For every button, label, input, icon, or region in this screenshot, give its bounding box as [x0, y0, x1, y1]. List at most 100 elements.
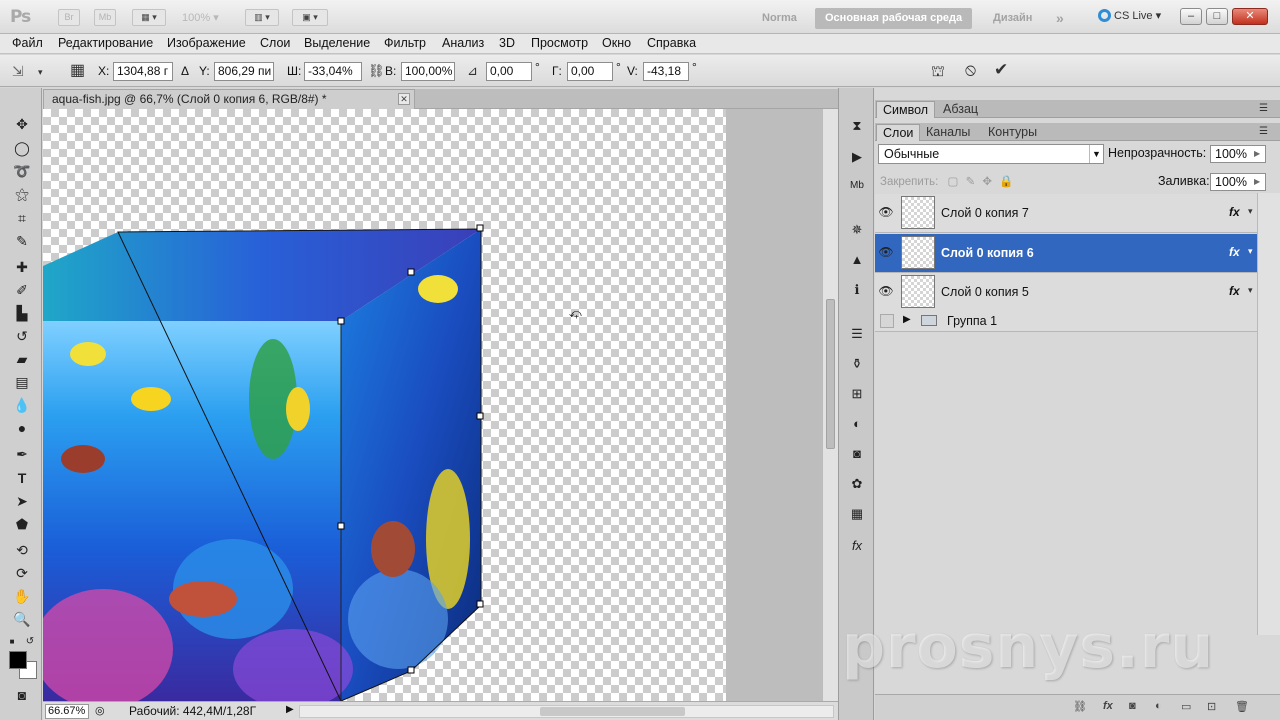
- menu-help[interactable]: Справка: [647, 36, 696, 50]
- move-tool-icon[interactable]: ✥: [12, 114, 32, 134]
- width-scale-field[interactable]: -33,04%: [304, 62, 362, 81]
- layer-row[interactable]: 👁 Слой 0 копия 7 fx ▾: [875, 194, 1257, 233]
- type-tool-icon[interactable]: T: [12, 468, 32, 488]
- opacity-slider-arrow-icon[interactable]: ▶: [1254, 146, 1265, 162]
- link-layers-icon[interactable]: ⛓: [1073, 700, 1087, 713]
- add-mask-icon[interactable]: ◙: [1129, 700, 1136, 712]
- menu-file[interactable]: Файл: [12, 36, 43, 50]
- workspace-design[interactable]: Дизайн: [983, 8, 1042, 29]
- opacity-field[interactable]: 100% ▶: [1210, 145, 1266, 163]
- link-aspect-icon[interactable]: ⛓: [368, 63, 385, 79]
- workspace-norma[interactable]: Norma: [752, 8, 807, 29]
- tool-presets-panel-icon[interactable]: ⊞: [847, 384, 867, 404]
- lock-position-icon[interactable]: ✥: [982, 176, 992, 188]
- maximize-button[interactable]: □: [1206, 8, 1228, 25]
- eye-icon[interactable]: 👁: [878, 244, 894, 261]
- zoom-level-selector[interactable]: 100% ▾: [182, 11, 219, 24]
- mini-bridge-button[interactable]: Mb: [94, 9, 116, 26]
- menu-analysis[interactable]: Анализ: [442, 36, 484, 50]
- reference-point-icon[interactable]: ▦: [70, 60, 85, 80]
- styles-panel-icon[interactable]: fx: [847, 536, 867, 556]
- history-brush-icon[interactable]: ↺: [12, 326, 32, 346]
- cancel-transform-button[interactable]: ⦸: [965, 60, 976, 80]
- menu-edit[interactable]: Редактирование: [58, 36, 153, 50]
- tool-preset-arrow-icon[interactable]: ▾: [38, 67, 43, 78]
- adjustment-layer-icon[interactable]: ◐: [1155, 700, 1162, 712]
- pen-icon[interactable]: ✒: [12, 444, 32, 464]
- tab-layers[interactable]: Слои: [876, 124, 921, 141]
- warp-mode-icon[interactable]: ⛫: [931, 63, 945, 82]
- menu-layers[interactable]: Слои: [260, 36, 290, 50]
- blur-icon[interactable]: 💧: [12, 395, 32, 415]
- expand-group-icon[interactable]: ▶: [903, 314, 911, 325]
- document-tab[interactable]: aqua-fish.jpg @ 66,7% (Слой 0 копия 6, R…: [43, 89, 415, 109]
- expand-effects-icon[interactable]: ▾: [1248, 246, 1253, 257]
- screen-mode-button[interactable]: ▣ ▾: [292, 9, 328, 26]
- shape-tool-icon[interactable]: ⬟: [12, 514, 32, 534]
- layer-row[interactable]: 👁 Слой 0 копия 5 fx ▾: [875, 273, 1257, 312]
- eyedropper-icon[interactable]: ✎: [12, 231, 32, 251]
- status-memory-info[interactable]: Рабочий: 442,4M/1,28Г: [129, 704, 256, 718]
- view-extras-button[interactable]: ▦ ▾: [132, 9, 166, 26]
- cs-live-menu[interactable]: CS Live ▾: [1098, 9, 1161, 22]
- adjustments-panel-icon[interactable]: ◐: [847, 414, 867, 434]
- color-panel-icon[interactable]: ✿: [847, 474, 867, 494]
- tab-paragraph[interactable]: Абзац: [937, 101, 984, 118]
- group-visibility-box[interactable]: [880, 314, 894, 328]
- new-group-icon[interactable]: ▭: [1181, 700, 1191, 713]
- commit-transform-button[interactable]: ✔: [994, 60, 1008, 80]
- fill-field[interactable]: 100% ▶: [1210, 173, 1266, 191]
- menu-image[interactable]: Изображение: [167, 36, 246, 50]
- layer-effects-icon[interactable]: fx: [1229, 245, 1240, 259]
- blend-mode-select[interactable]: Обычные ▼: [878, 144, 1104, 164]
- masks-panel-icon[interactable]: ◙: [847, 444, 867, 464]
- vertical-skew-field[interactable]: -43,18: [643, 62, 689, 81]
- history-panel-icon[interactable]: ⧗: [847, 116, 867, 136]
- menu-filter[interactable]: Фильтр: [384, 36, 426, 50]
- foreground-color-swatch[interactable]: [9, 651, 27, 669]
- healing-brush-icon[interactable]: ✚: [12, 257, 32, 277]
- workspace-essentials[interactable]: Основная рабочая среда: [815, 8, 973, 29]
- brush-icon[interactable]: ✐: [12, 280, 32, 300]
- gradient-icon[interactable]: ▤: [12, 372, 32, 392]
- add-style-icon[interactable]: fx: [1103, 700, 1113, 712]
- magic-wand-icon[interactable]: ⚝: [12, 184, 32, 204]
- layer-effects-icon[interactable]: fx: [1229, 205, 1240, 219]
- delete-layer-icon[interactable]: 🗑: [1235, 700, 1249, 713]
- clone-stamp-icon[interactable]: ▙: [12, 303, 32, 323]
- layers-scrollbar[interactable]: [1257, 193, 1280, 635]
- layer-group-row[interactable]: ▶ Группа 1: [875, 310, 1257, 332]
- status-menu-arrow-icon[interactable]: ▶: [286, 704, 294, 715]
- x-position-field[interactable]: 1304,88 г: [113, 62, 173, 81]
- y-position-field[interactable]: 806,29 пи: [214, 62, 274, 81]
- relative-position-icon[interactable]: Δ: [181, 64, 189, 78]
- menu-view[interactable]: Просмотр: [531, 36, 588, 50]
- zoom-percentage-field[interactable]: 66.67%: [45, 704, 89, 719]
- tool-preset-icon[interactable]: ⇲: [12, 63, 24, 80]
- lasso-icon[interactable]: ➰: [12, 161, 32, 181]
- swatches-panel-icon[interactable]: ▦: [847, 504, 867, 524]
- dodge-icon[interactable]: ●: [12, 418, 32, 438]
- brush-presets-panel-icon[interactable]: ☰: [847, 324, 867, 344]
- new-layer-icon[interactable]: ⊡: [1207, 700, 1216, 713]
- mini-bridge-panel-icon[interactable]: Mb: [847, 176, 867, 196]
- info-panel-icon[interactable]: ℹ: [847, 280, 867, 300]
- layer-effects-icon[interactable]: fx: [1229, 284, 1240, 298]
- tab-paths[interactable]: Контуры: [982, 124, 1043, 141]
- close-document-icon[interactable]: ✕: [398, 93, 410, 105]
- more-workspaces-icon[interactable]: »: [1046, 8, 1074, 29]
- lock-transparency-icon[interactable]: ▢: [947, 176, 958, 188]
- path-selection-icon[interactable]: ➤: [12, 491, 32, 511]
- arrange-documents-button[interactable]: ▥ ▾: [245, 9, 279, 26]
- vertical-scroll-thumb[interactable]: [826, 299, 835, 449]
- bridge-button[interactable]: Br: [58, 9, 80, 26]
- height-scale-field[interactable]: 100,00%: [401, 62, 455, 81]
- 3d-orbit-icon[interactable]: ⟳: [12, 563, 32, 583]
- hand-tool-icon[interactable]: ✋: [12, 586, 32, 606]
- actions-panel-icon[interactable]: ▶: [847, 147, 867, 167]
- rotation-field[interactable]: 0,00: [486, 62, 532, 81]
- swap-colors-icon[interactable]: ↺: [24, 632, 36, 652]
- menu-select[interactable]: Выделение: [304, 36, 370, 50]
- fill-slider-arrow-icon[interactable]: ▶: [1254, 174, 1265, 190]
- tab-character[interactable]: Символ: [876, 101, 936, 118]
